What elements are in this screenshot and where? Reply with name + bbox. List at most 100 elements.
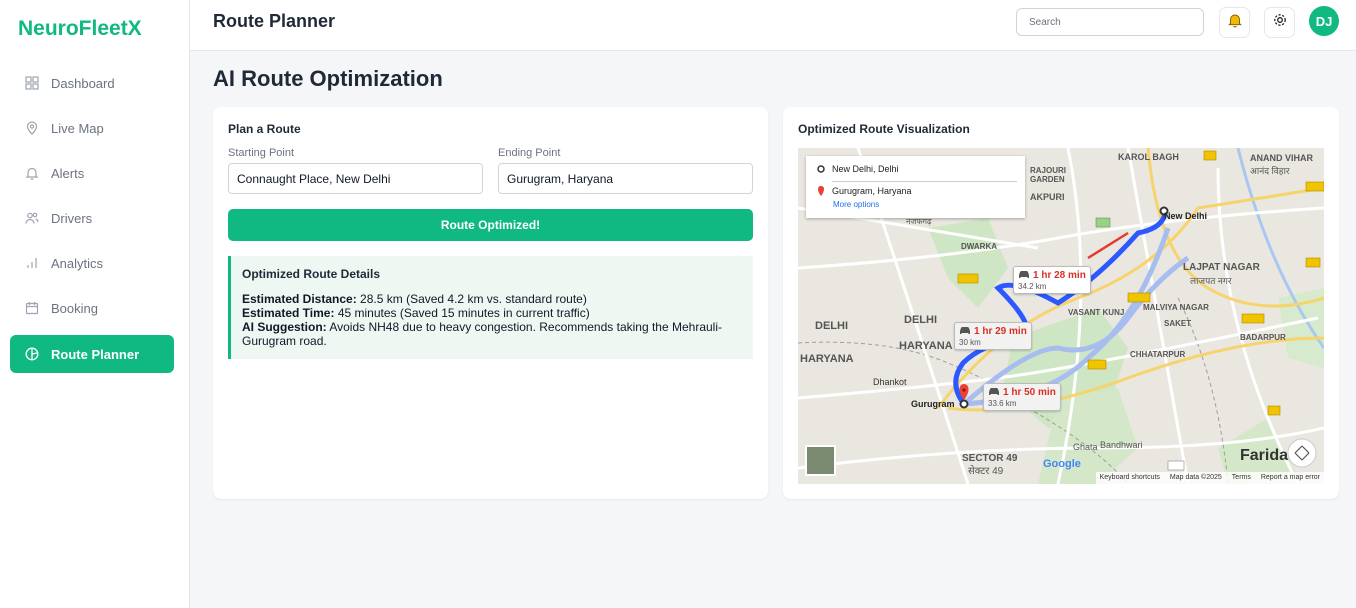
map-label-dwarka: DWARKA <box>961 242 997 251</box>
map-label-sector-49-hi: सेक्टर 49 <box>968 466 1004 477</box>
sidebar-item-route-planner[interactable]: Route Planner <box>10 335 174 373</box>
destination-pin-icon <box>818 186 824 196</box>
distance-label: Estimated Distance: <box>242 292 357 306</box>
route-tooltip-1[interactable]: 1 hr 28 min 34.2 km <box>1013 266 1091 294</box>
sidebar-item-live-map[interactable]: Live Map <box>10 109 174 147</box>
map-label-badarpur: BADARPUR <box>1240 333 1286 342</box>
origin-circle-icon <box>817 165 825 173</box>
map-label-lajpat-nagar-hi: लाजपत नगर <box>1190 276 1232 286</box>
route-details-body: Estimated Distance: 28.5 km (Saved 4.2 k… <box>242 292 742 348</box>
bell-icon <box>1227 12 1243 33</box>
brand-logo[interactable]: NeuroFleetX <box>18 17 142 41</box>
sidebar-item-label: Analytics <box>51 255 104 271</box>
directions-box: New Delhi, Delhi Gurugram, Haryana More … <box>806 156 1025 218</box>
starting-point-label: Starting Point <box>228 147 295 159</box>
map-label-delhi-west: DELHI <box>815 320 848 332</box>
map-label-haryana-west: HARYANA <box>800 353 854 365</box>
route-tooltip-2[interactable]: 1 hr 29 min 30 km <box>954 322 1032 350</box>
map-label-delhi-south: DELHI <box>904 314 937 326</box>
page-title: AI Route Optimization <box>213 66 443 91</box>
route-distance: 34.2 km <box>1018 282 1047 291</box>
calendar-icon <box>24 300 40 316</box>
header-title: Route Planner <box>213 11 336 31</box>
map-label-anand-vihar: ANAND VIHAR <box>1250 153 1313 163</box>
map-label-faridabad: Farida <box>1240 447 1289 464</box>
car-icon <box>1018 269 1030 282</box>
destination-row: Gurugram, Haryana <box>817 185 912 196</box>
fullscreen-button[interactable] <box>1288 439 1316 467</box>
sidebar-item-dashboard[interactable]: Dashboard <box>10 64 174 102</box>
map-label-akpuri: AKPURI <box>1030 192 1065 202</box>
compass-icon <box>24 346 40 362</box>
map-pin-icon <box>24 120 40 136</box>
map-label-rajouri: RAJOURI <box>1030 166 1067 175</box>
map-label-gurugram: Gurugram <box>911 399 955 409</box>
sidebar-item-label: Alerts <box>51 165 85 181</box>
avatar[interactable]: DJ <box>1309 6 1339 36</box>
top-bar: Route Planner DJ <box>190 0 1356 51</box>
ending-point-label: Ending Point <box>498 147 561 159</box>
distance-row: Estimated Distance: 28.5 km (Saved 4.2 k… <box>242 292 742 306</box>
plan-route-title: Plan a Route <box>228 122 301 136</box>
terms-link[interactable]: Terms <box>1232 474 1251 482</box>
settings-button[interactable] <box>1264 7 1295 38</box>
suggestion-label: AI Suggestion: <box>242 320 327 334</box>
route-map[interactable]: KAROL BAGH ANAND VIHAR आनंद विहार RAJOUR… <box>798 148 1324 484</box>
time-row: Estimated Time: 45 minutes (Saved 15 min… <box>242 306 742 320</box>
map-label-anand-vihar-hi: आनंद विहार <box>1250 166 1290 176</box>
optimize-route-button[interactable]: Route Optimized! <box>228 209 753 241</box>
route-details-title: Optimized Route Details <box>242 267 381 281</box>
route-tooltip-3[interactable]: 1 hr 50 min 33.6 km <box>983 383 1061 411</box>
sidebar-item-label: Dashboard <box>51 75 115 91</box>
sidebar-item-alerts[interactable]: Alerts <box>10 154 174 192</box>
sidebar-item-booking[interactable]: Booking <box>10 289 174 327</box>
visualization-title: Optimized Route Visualization <box>798 122 970 136</box>
google-logo: Google <box>1043 458 1081 470</box>
route-time: 1 hr 50 min <box>1003 387 1056 398</box>
car-icon <box>988 386 1000 399</box>
map-label-karol-bagh: KAROL BAGH <box>1118 152 1179 162</box>
route-time: 1 hr 28 min <box>1033 270 1086 281</box>
route-distance: 30 km <box>959 338 981 347</box>
sidebar-item-label: Drivers <box>51 210 93 226</box>
satellite-toggle[interactable] <box>806 446 835 475</box>
map-label-new-delhi: New Delhi <box>1164 211 1208 221</box>
map-label-malviya-nagar: MALVIYA NAGAR <box>1143 303 1209 312</box>
notifications-button[interactable] <box>1219 7 1250 38</box>
sidebar-item-label: Live Map <box>51 120 104 136</box>
map-label-saket: SAKET <box>1164 319 1192 328</box>
origin-text[interactable]: New Delhi, Delhi <box>832 164 899 174</box>
suggestion-row: AI Suggestion: Avoids NH48 due to heavy … <box>242 320 742 348</box>
map-label-ghata: Ghata <box>1073 442 1098 452</box>
users-icon <box>24 210 40 226</box>
sidebar-item-drivers[interactable]: Drivers <box>10 199 174 237</box>
sidebar-item-analytics[interactable]: Analytics <box>10 244 174 282</box>
route-visualization-card: Optimized Route Visualization KAROL BAGH… <box>783 107 1339 499</box>
more-options-link[interactable]: More options <box>833 200 879 209</box>
map-label-garden: GARDEN <box>1030 175 1065 184</box>
map-label-vasant-kunj: VASANT KUNJ <box>1068 308 1125 317</box>
map-label-chhatarpur: CHHATARPUR <box>1130 350 1186 359</box>
map-label-lajpat-nagar: LAJPAT NAGAR <box>1183 262 1260 273</box>
route-time: 1 hr 29 min <box>974 326 1027 337</box>
map-data-text: Map data ©2025 <box>1169 474 1222 481</box>
bar-chart-icon <box>24 255 40 271</box>
plan-route-card: Plan a Route Starting Point Ending Point… <box>213 107 768 499</box>
time-value: 45 minutes (Saved 15 minutes in current … <box>337 306 590 320</box>
route-details-panel: Optimized Route Details Estimated Distan… <box>228 256 753 359</box>
ending-point-input[interactable] <box>498 163 753 194</box>
car-icon <box>959 325 971 338</box>
sidebar-item-label: Booking <box>51 300 98 316</box>
grid-icon <box>24 75 40 91</box>
sidebar-item-label: Route Planner <box>51 346 140 362</box>
search-input[interactable] <box>1016 8 1204 36</box>
time-label: Estimated Time: <box>242 306 335 320</box>
report-error-link[interactable]: Report a map error <box>1261 474 1320 482</box>
route-distance: 33.6 km <box>988 399 1017 408</box>
sidebar: NeuroFleetX Dashboard Live Map Alerts Dr… <box>0 0 190 608</box>
starting-point-input[interactable] <box>228 163 483 194</box>
directions-divider <box>832 181 1017 182</box>
destination-text[interactable]: Gurugram, Haryana <box>832 186 912 196</box>
origin-row: New Delhi, Delhi <box>817 164 899 174</box>
keyboard-shortcuts-link[interactable]: Keyboard shortcuts <box>1100 474 1160 482</box>
